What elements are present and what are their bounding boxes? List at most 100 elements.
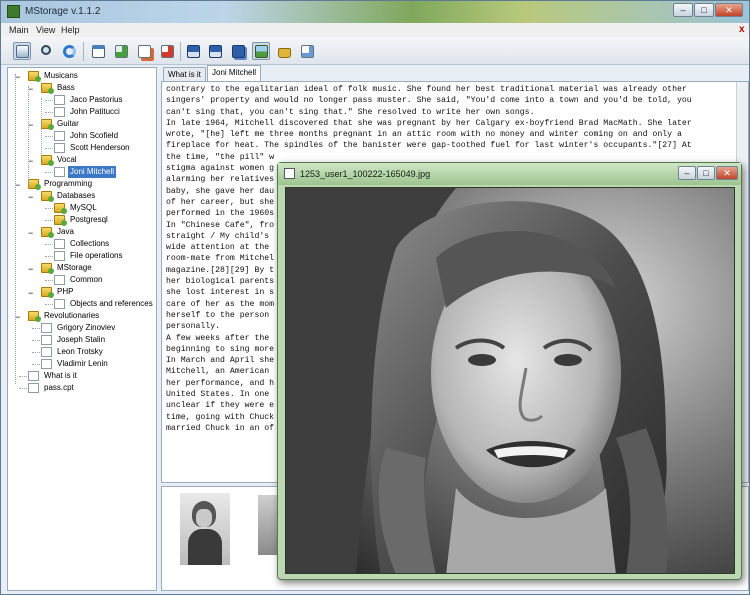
save-icon[interactable] [184,42,202,60]
folder-icon [54,203,67,214]
tree-connector [45,208,53,209]
editor-line[interactable]: In late 1964, Mitchell discovered that s… [162,118,748,129]
tree-connector [45,136,53,137]
tree-connector [32,352,40,353]
expand-toggle-icon[interactable]: − [28,192,33,202]
save-all-icon[interactable] [229,42,247,60]
image-viewer-window[interactable]: 1253_user1_100222-165049.jpg – □ ✕ [277,162,742,580]
tree-connector [28,86,29,186]
tree-item-label: Common [70,275,103,284]
tree-item-label: Jaco Pastorius [70,95,123,104]
image-maximize-button[interactable]: □ [697,166,715,180]
tree-view-icon[interactable] [13,42,31,60]
tree-item-label: MySQL [70,203,97,212]
editor-line[interactable]: can't sing that, you can't sing that." S… [162,107,748,118]
minimize-button[interactable]: – [673,3,693,17]
tree-item-label: Joni Mitchell [68,166,117,178]
image-viewer-title: 1253_user1_100222-165049.jpg [300,169,431,179]
expand-toggle-icon[interactable]: − [28,264,33,274]
editor-line[interactable]: singers' property and would no longer pa… [162,95,748,106]
image-file-icon [284,168,295,179]
delete-icon[interactable] [158,42,176,60]
maximize-button[interactable]: □ [694,3,714,17]
tree-item-label: MStorage [57,263,92,272]
tree-item-label: Java [57,227,74,236]
document-icon [54,95,65,105]
folder-icon [41,263,54,274]
tree-item-label: Revolutionaries [44,311,100,320]
copy-icon[interactable] [135,42,153,60]
tree-connector [32,364,40,365]
tree-connector [15,74,16,384]
menu-help[interactable]: Help [61,25,80,35]
refresh-icon[interactable] [60,42,78,60]
document-icon [28,383,39,393]
tree-item-label: Vocal [57,155,77,164]
editor-line[interactable]: fireplace for heat. The spindles of the … [162,140,748,151]
portrait-photo [285,187,735,574]
document-icon [41,347,52,357]
folder-icon [41,191,54,202]
document-icon [54,131,65,141]
image-close-button[interactable]: ✕ [716,166,738,180]
document-icon [54,167,65,177]
image-viewer-title-bar[interactable]: 1253_user1_100222-165049.jpg – □ ✕ [278,163,741,185]
tree-item-label: Postgresql [70,215,108,224]
tree-item-label: Guitar [57,119,79,128]
find-icon[interactable] [298,42,316,60]
window-title: MStorage v.1.1.2 [25,6,101,17]
folder-icon [41,119,54,130]
tree-item-label: Programming [44,179,93,188]
folder-icon [41,227,54,238]
save-as-icon[interactable] [206,42,224,60]
editor-line[interactable]: wrote, "[he] left me three months pregna… [162,129,748,140]
add-node-icon[interactable] [112,42,130,60]
tab-joni-mitchell[interactable]: Joni Mitchell [207,65,262,81]
document-close-button[interactable]: x [739,24,745,35]
lock-icon[interactable] [275,42,293,60]
thumbnail-photo[interactable] [180,493,230,565]
window-icon[interactable] [89,42,107,60]
close-button[interactable]: ✕ [715,3,743,17]
tree-item-label: What is it [44,371,77,380]
menu-view[interactable]: View [36,25,55,35]
tree-connector [45,172,53,173]
tree-item-label: Collections [70,239,110,248]
toolbar [1,37,749,65]
folder-icon [28,71,41,82]
menu-main[interactable]: Main [9,25,29,35]
document-icon [41,359,52,369]
tree-item-label: Joseph Stalin [57,335,106,344]
tree-panel[interactable]: Musicans − Bass − Jaco Pastorius John Patituc… [7,67,157,591]
folder-icon [28,179,41,190]
folder-icon [54,215,67,226]
tree-item-label: pass.cpt [44,383,74,392]
search-icon[interactable] [38,42,56,60]
tree-item-label: Grigory Zinoviev [57,323,116,332]
image-minimize-button[interactable]: – [678,166,696,180]
tree-connector [41,98,42,158]
tab-what-is-it[interactable]: What is it [163,67,206,81]
portrait-illustration [286,188,734,573]
folder-icon [41,83,54,94]
document-icon [28,371,39,381]
expand-toggle-icon[interactable]: − [28,228,33,238]
title-bar[interactable]: MStorage v.1.1.2 – □ ✕ [1,1,749,23]
tree-item-label: PHP [57,287,74,296]
tree-connector [45,304,53,305]
document-icon [54,299,65,309]
document-icon [54,251,65,261]
toolbar-separator [180,42,181,61]
editor-line[interactable]: contrary to the egalitarian ideal of fol… [162,84,748,95]
document-icon [54,275,65,285]
image-icon[interactable] [252,42,270,60]
tree-item-label: Objects and references [70,299,153,308]
toolbar-separator [83,42,84,61]
folder-icon [41,287,54,298]
document-icon [54,107,65,117]
expand-toggle-icon[interactable]: − [28,288,33,298]
document-icon [54,239,65,249]
tree-connector [45,148,53,149]
folder-icon [41,155,54,166]
document-icon [41,335,52,345]
